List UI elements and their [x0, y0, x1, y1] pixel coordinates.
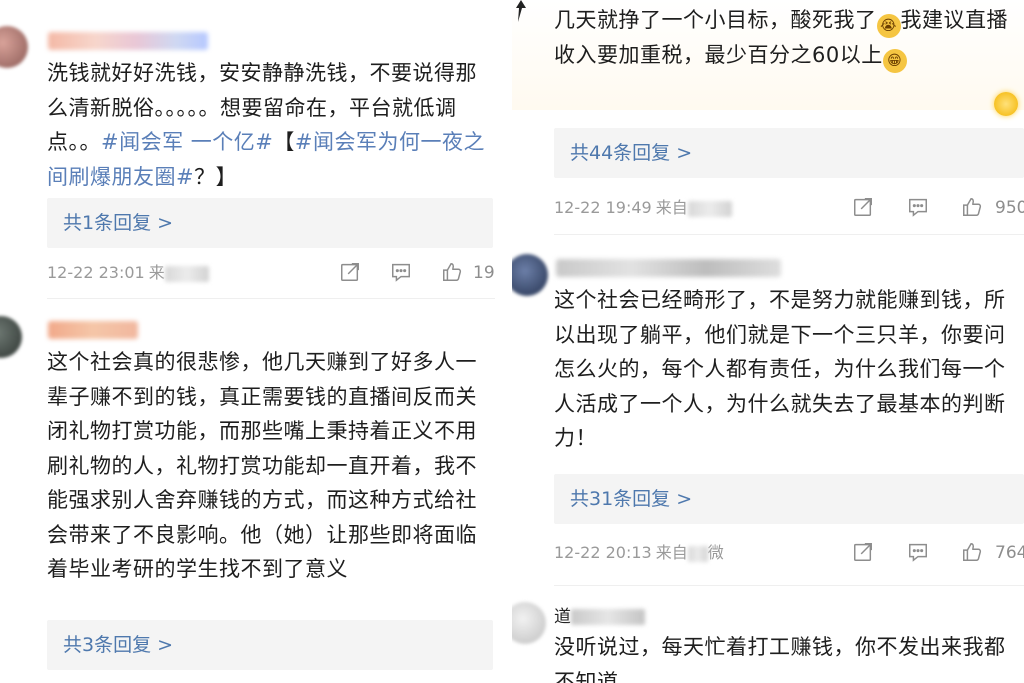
avatar[interactable]: [0, 316, 22, 358]
comment-item: 洗钱就好好洗钱，安安静静洗钱，不要说得那么清新脱俗。。。。。想要留命在，平台就低…: [0, 0, 507, 300]
username-blurred[interactable]: [48, 321, 138, 339]
timestamp: 12-22 23:01 来: [47, 259, 209, 287]
comment-item: 几天就挣了一个小目标，酸死我了 😭 我建议直播收入要加重税，最少百分之60以上 😁 共…: [512, 0, 1024, 235]
username[interactable]: 道: [554, 602, 645, 627]
username-blurred[interactable]: [556, 259, 781, 277]
view-replies-button[interactable]: 共31条回复 >: [554, 474, 1024, 524]
like-count: 764: [995, 543, 1024, 563]
avatar[interactable]: [0, 26, 28, 68]
divider: [554, 234, 1024, 235]
comment-text: 这个社会已经畸形了，不是努力就能赚到钱，所以出现了躺平，他们就是下一个三只羊，你…: [554, 288, 1006, 450]
comment-text: 洗钱就好好洗钱，安安静静洗钱，不要说得那么清新脱俗。。。。。想要留命在，平台就低…: [47, 56, 495, 194]
like-icon[interactable]: [441, 261, 463, 283]
comment-text: 没听说过，每天忙着打工赚钱，你不发出来我都不知道: [554, 635, 1006, 683]
comment-item: 道 没听说过，每天忙着打工赚钱，你不发出来我都不知道: [512, 588, 1024, 683]
comment-icon[interactable]: [390, 261, 412, 283]
avatar[interactable]: [512, 602, 546, 644]
hashtag-link[interactable]: #闻会军 一个亿#: [101, 130, 273, 154]
replies-label: 共31条回复 >: [570, 488, 693, 510]
right-comment-panel: 几天就挣了一个小目标，酸死我了 😭 我建议直播收入要加重税，最少百分之60以上 😁 共…: [512, 0, 1024, 683]
comment-text-part: ？】: [194, 164, 238, 189]
share-icon[interactable]: [852, 541, 874, 563]
like-count: 950: [995, 198, 1024, 218]
comment-item: 这个社会已经畸形了，不是努力就能赚到钱，所以出现了躺平，他们就是下一个三只羊，你…: [512, 236, 1024, 586]
comment-icon[interactable]: [907, 196, 929, 218]
timestamp: 12-22 19:49 来自: [554, 194, 732, 222]
divider: [47, 298, 495, 299]
like-icon[interactable]: [961, 196, 983, 218]
comment-meta: 12-22 20:13 来自微 764: [554, 539, 1024, 567]
crying-emoji-icon: 😭: [876, 14, 901, 38]
comment-text: 这个社会真的很悲惨，他几天赚到了好多人一辈子赚不到的钱，真正需要钱的直播间反而关…: [47, 350, 477, 581]
comment-meta: 12-22 19:49 来自 950: [554, 194, 1024, 222]
avatar[interactable]: [512, 254, 548, 296]
like-icon[interactable]: [961, 541, 983, 563]
replies-label: 共3条回复 >: [63, 634, 174, 656]
view-replies-button[interactable]: 共3条回复 >: [47, 620, 493, 670]
left-comment-panel: 洗钱就好好洗钱，安安静静洗钱，不要说得那么清新脱俗。。。。。想要留命在，平台就低…: [0, 0, 507, 683]
like-count: 19: [473, 263, 495, 283]
comment-text: 几天就挣了一个小目标，酸死我了 😭 我建议直播收入要加重税，最少百分之60以上 😁: [554, 3, 1016, 73]
replies-label: 共1条回复 >: [63, 212, 174, 234]
comment-text-part: 【: [273, 130, 295, 154]
view-replies-button[interactable]: 共1条回复 >: [47, 198, 493, 248]
comment-text-part: 几天就挣了一个小目标，酸死我了: [554, 8, 877, 32]
comment-icon[interactable]: [907, 541, 929, 563]
username-blurred[interactable]: [48, 32, 208, 50]
divider: [554, 585, 1024, 586]
share-icon[interactable]: [852, 196, 874, 218]
grin-emoji-icon: 😁: [882, 49, 907, 73]
pin-icon: [516, 0, 526, 22]
share-icon[interactable]: [339, 261, 361, 283]
comment-item: 这个社会真的很悲惨，他几天赚到了好多人一辈子赚不到的钱，真正需要钱的直播间反而关…: [0, 300, 507, 683]
view-replies-button[interactable]: 共44条回复 >: [554, 128, 1024, 178]
replies-label: 共44条回复 >: [570, 142, 693, 164]
comment-meta: 12-22 23:01 来 19: [47, 259, 497, 287]
timestamp: 12-22 20:13 来自微: [554, 543, 724, 562]
